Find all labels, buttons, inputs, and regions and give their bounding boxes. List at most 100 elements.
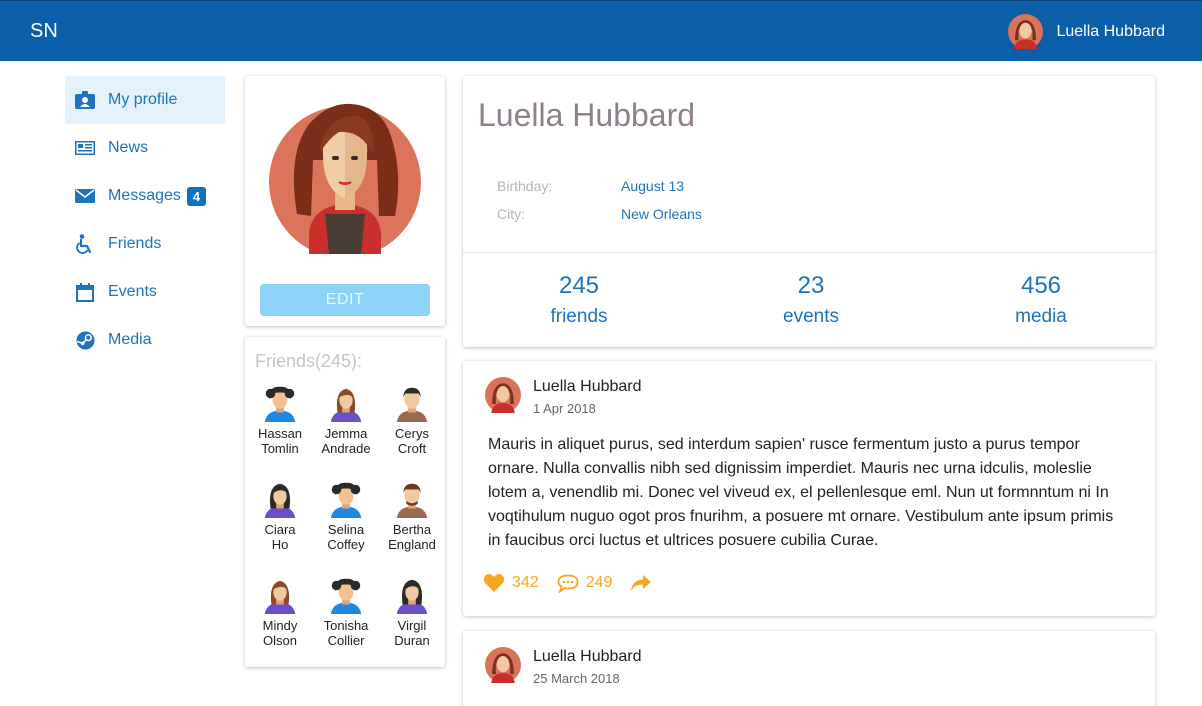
share-icon	[631, 575, 652, 591]
friend-item[interactable]: Ciara Ho	[247, 480, 313, 576]
post-author-name[interactable]: Luella Hubbard	[533, 378, 642, 396]
friend-first-name: Tonisha	[323, 618, 369, 633]
comment-button[interactable]: 249	[557, 574, 613, 593]
profile-divider	[463, 252, 1155, 253]
post-author-avatar[interactable]	[485, 377, 521, 413]
friend-last-name: Croft	[397, 441, 427, 456]
friend-first-name: Ciara	[264, 522, 296, 537]
friend-item[interactable]: Tonisha Collier	[313, 576, 379, 672]
top-user-menu[interactable]: Luella Hubbard	[1008, 14, 1165, 49]
friend-first-name: Hassan	[257, 426, 303, 441]
friend-last-name: Duran	[394, 633, 430, 648]
app-logo[interactable]: SN	[30, 20, 58, 43]
friend-first-name: Selina	[327, 522, 365, 537]
sidebar-item-label: Media	[108, 331, 152, 348]
friend-avatar	[396, 483, 428, 518]
friend-avatar	[264, 386, 296, 422]
friend-last-name: Ho	[271, 537, 289, 552]
stat-media[interactable]: 456 media	[991, 272, 1091, 328]
profile-name: Luella Hubbard	[478, 97, 696, 133]
stat-number: 23	[797, 272, 825, 299]
post-date: 1 Apr 2018	[533, 401, 596, 416]
avatar-card: EDIT	[245, 76, 445, 326]
stat-label: events	[783, 306, 839, 327]
top-user-name: Luella Hubbard	[1056, 22, 1165, 40]
post-card: Luella Hubbard 1 Apr 2018 Mauris in aliq…	[463, 361, 1155, 616]
newspaper-icon	[75, 138, 95, 158]
id-card-icon	[75, 90, 95, 110]
sidebar-item-messages[interactable]: Messages 4	[65, 172, 225, 220]
friend-item[interactable]: Hassan Tomlin	[247, 384, 313, 480]
friend-avatar	[396, 579, 428, 614]
like-button[interactable]: 342	[483, 573, 539, 593]
friend-first-name: Virgil	[397, 618, 427, 633]
birthday-value: August 13	[621, 178, 685, 194]
sidebar-item-my-profile[interactable]: My profile	[65, 76, 225, 124]
sidebar: My profile News Messages 4 Friends Event…	[65, 76, 225, 364]
friend-last-name: Coffey	[327, 537, 365, 552]
profile-avatar	[269, 103, 421, 254]
profile-info-card: Luella Hubbard Birthday: August 13 City: N…	[463, 76, 1155, 347]
friend-avatar	[264, 483, 296, 518]
friend-item[interactable]: Virgil Duran	[379, 576, 445, 672]
friend-avatar	[264, 580, 296, 614]
friend-first-name: Mindy	[262, 618, 298, 633]
friend-last-name: Tomlin	[261, 441, 299, 456]
friend-first-name: Cerys	[395, 426, 429, 441]
friend-avatar	[330, 578, 362, 614]
sidebar-item-events[interactable]: Events	[65, 268, 225, 316]
stat-label: media	[1015, 306, 1067, 327]
sidebar-item-news[interactable]: News	[65, 124, 225, 172]
post-date: 25 March 2018	[533, 671, 620, 686]
like-count: 342	[512, 574, 539, 591]
user-avatar	[1008, 14, 1044, 49]
city-value[interactable]: New Orleans	[621, 206, 702, 222]
friend-item[interactable]: Cerys Croft	[379, 384, 445, 480]
post-author-avatar[interactable]	[485, 647, 521, 683]
stat-events[interactable]: 23 events	[761, 272, 861, 328]
top-bar: SN Luella Hubbard	[0, 0, 1202, 61]
sidebar-item-label: Friends	[108, 235, 162, 252]
birthday-label: Birthday:	[497, 178, 553, 194]
city-label: City:	[497, 206, 525, 222]
post-card: Luella Hubbard 25 March 2018	[463, 631, 1155, 706]
friend-last-name: Andrade	[321, 441, 371, 456]
friends-card: Friends(245): Hassan Tomlin Jemma Andrad…	[245, 337, 445, 667]
friend-last-name: Collier	[327, 633, 365, 648]
friend-last-name: Olson	[263, 633, 297, 648]
friend-avatar	[396, 387, 428, 422]
birthday-row: Birthday: August 13	[497, 178, 684, 194]
sidebar-item-label: News	[108, 139, 149, 156]
friend-item[interactable]: Mindy Olson	[247, 576, 313, 672]
heart-icon	[483, 574, 505, 592]
friend-first-name: Bertha	[392, 522, 432, 537]
stat-friends[interactable]: 245 friends	[529, 272, 629, 328]
sidebar-item-label: My profile	[108, 91, 178, 108]
friend-item[interactable]: Bertha England	[379, 480, 445, 576]
post-text: Mauris in aliquet purus, sed interdum sa…	[488, 436, 1114, 549]
stat-label: friends	[550, 306, 608, 327]
friend-avatar	[330, 482, 362, 518]
wheelchair-icon	[75, 234, 95, 254]
envelope-icon	[75, 186, 95, 206]
comment-icon	[557, 574, 579, 593]
friend-last-name: England	[388, 537, 436, 552]
comment-count: 249	[585, 574, 613, 591]
stat-number: 245	[558, 272, 600, 299]
sidebar-item-label: Events	[108, 283, 157, 300]
friend-avatar	[330, 388, 362, 422]
post-author-name[interactable]: Luella Hubbard	[533, 648, 642, 666]
friend-item[interactable]: Selina Coffey	[313, 480, 379, 576]
messages-count-badge: 4	[186, 186, 207, 206]
friend-item[interactable]: Jemma Andrade	[313, 384, 379, 480]
steam-icon	[75, 330, 95, 350]
friend-first-name: Jemma	[324, 426, 368, 441]
edit-profile-button[interactable]: EDIT	[260, 284, 430, 316]
sidebar-item-media[interactable]: Media	[65, 316, 225, 364]
city-row: City: New Orleans	[497, 206, 702, 222]
sidebar-item-friends[interactable]: Friends	[65, 220, 225, 268]
stat-number: 456	[1020, 272, 1062, 299]
share-button[interactable]	[630, 574, 659, 592]
sidebar-item-label: Messages	[108, 187, 181, 204]
calendar-icon	[75, 282, 95, 302]
